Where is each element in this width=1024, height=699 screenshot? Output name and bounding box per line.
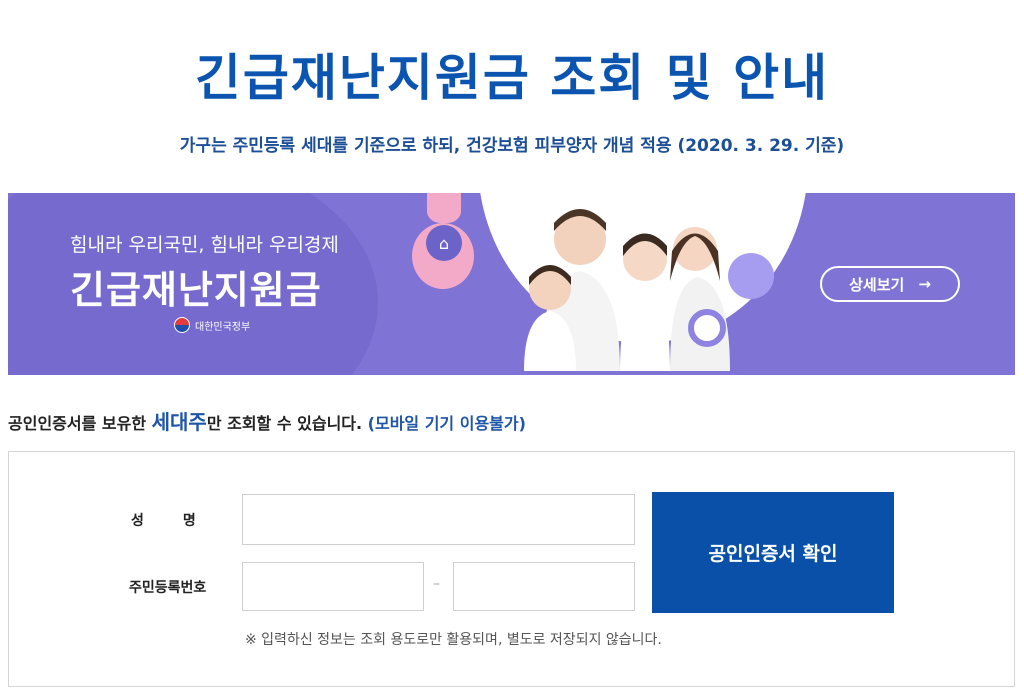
cert-confirm-button[interactable]: 공인인증서 확인 <box>652 492 894 613</box>
notice-mobile: (모바일 기기 이용불가) <box>367 414 526 433</box>
privacy-note: ※ 입력하신 정보는 조회 용도로만 활용되며, 별도로 저장되지 않습니다. <box>245 632 662 648</box>
rrn-dash: – <box>433 576 440 592</box>
gov-logo-label: 대한민국정부 <box>195 321 251 333</box>
arrow-right-icon: → <box>918 275 931 293</box>
name-input[interactable] <box>242 494 635 545</box>
rrn-second-input[interactable] <box>453 562 635 611</box>
detail-button[interactable]: 상세보기 → <box>820 266 960 302</box>
house-icon: ⌂ <box>426 225 462 261</box>
banner-title: 긴급재난지원금 <box>70 268 322 312</box>
promo-banner[interactable]: ⌂ 힘내라 우리국민, 힘내라 우리경제 긴급재난지원금 대한민국정부 상세보기… <box>8 193 1015 375</box>
name-label: 성 명 <box>131 513 196 529</box>
notice-text: 공인인증서를 보유한 세대주만 조회할 수 있습니다. (모바일 기기 이용불가… <box>8 406 526 435</box>
notice-middle: 만 조회할 수 있습니다. <box>206 414 368 433</box>
decor-ring <box>688 309 726 347</box>
rrn-label: 주민등록번호 <box>129 580 207 596</box>
gov-logo: 대한민국정부 <box>174 317 250 333</box>
page-title: 긴급재난지원금 조회 및 안내 <box>194 49 830 107</box>
page-subtitle: 가구는 주민등록 세대를 기준으로 하되, 건강보험 피부양자 개념 적용 (2… <box>179 136 845 156</box>
notice-prefix: 공인인증서를 보유한 <box>8 414 152 433</box>
lookup-form: 성 명 주민등록번호 – 공인인증서 확인 ※ 입력하신 정보는 조회 용도로만… <box>8 451 1015 687</box>
banner-drop-tail <box>427 193 461 223</box>
rrn-first-input[interactable] <box>242 562 424 611</box>
banner-slogan: 힘내라 우리국민, 힘내라 우리경제 <box>70 234 339 256</box>
detail-button-label: 상세보기 <box>849 275 905 294</box>
notice-highlight: 세대주 <box>151 410 207 434</box>
decor-bubble <box>728 253 774 299</box>
taegeuk-icon <box>174 317 190 333</box>
